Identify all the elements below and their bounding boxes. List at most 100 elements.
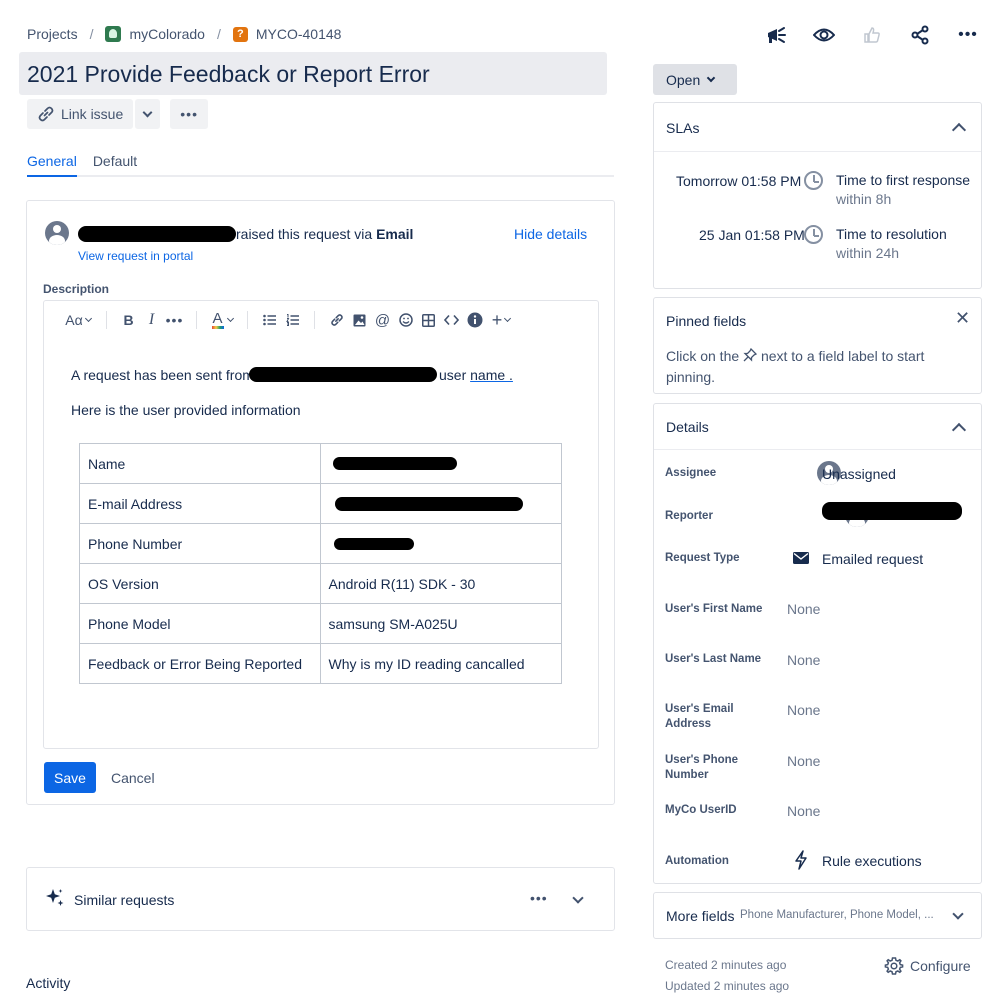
reporter-label: Reporter bbox=[665, 510, 713, 522]
activity-heading: Activity bbox=[26, 975, 71, 991]
table-row: E-mail Address bbox=[79, 483, 562, 524]
table-icon[interactable] bbox=[417, 310, 440, 330]
emoji-icon[interactable] bbox=[394, 310, 417, 330]
similar-more-icon[interactable]: ••• bbox=[530, 890, 548, 906]
image-icon[interactable] bbox=[348, 310, 371, 330]
more-actions-icon[interactable]: ••• bbox=[955, 22, 981, 48]
chevron-down-icon bbox=[707, 73, 716, 82]
sla-name: Time to first response bbox=[836, 172, 971, 188]
project-avatar-icon bbox=[105, 26, 122, 42]
bullet-list-icon[interactable] bbox=[258, 310, 281, 330]
chevron-down-icon bbox=[226, 314, 234, 323]
table-cell-label: Phone Number bbox=[79, 523, 321, 564]
status-label: Open bbox=[666, 71, 701, 88]
chevron-down-icon bbox=[142, 107, 153, 117]
tab-general[interactable]: General bbox=[27, 153, 77, 177]
status-dropdown[interactable]: Open bbox=[653, 64, 737, 95]
breadcrumb-projects[interactable]: Projects bbox=[27, 26, 78, 42]
tab-default[interactable]: Default bbox=[93, 153, 137, 175]
sla-within: within 8h bbox=[836, 191, 892, 207]
eye-icon[interactable] bbox=[811, 22, 837, 48]
table-row: Name bbox=[79, 443, 562, 484]
first-name-value[interactable]: None bbox=[787, 601, 820, 617]
info-panel-icon[interactable] bbox=[463, 310, 486, 330]
more-fields-title: More fields bbox=[666, 908, 735, 924]
more-fields-panel[interactable]: More fields Phone Manufacturer, Phone Mo… bbox=[653, 892, 982, 939]
editor-toolbar: Aα B I ••• A @ + bbox=[60, 310, 516, 330]
email-value[interactable]: None bbox=[787, 702, 820, 718]
hide-details-link[interactable]: Hide details bbox=[514, 226, 587, 242]
channel-name: Email bbox=[376, 226, 414, 242]
breadcrumb: Projects / myColorado / ? MYCO-40148 bbox=[27, 26, 341, 42]
myco-userid-value[interactable]: None bbox=[787, 803, 820, 819]
pin-icon bbox=[743, 347, 758, 367]
text-color-icon[interactable]: A bbox=[207, 310, 237, 330]
description-label: Description bbox=[43, 282, 110, 296]
pinned-fields-title: Pinned fields bbox=[666, 313, 747, 329]
assignee-label: Assignee bbox=[665, 467, 717, 479]
phone-value[interactable]: None bbox=[787, 753, 820, 769]
share-icon[interactable] bbox=[907, 22, 933, 48]
table-row: Feedback or Error Being Reported Why is … bbox=[79, 643, 562, 684]
more-formatting-icon[interactable]: ••• bbox=[163, 310, 186, 330]
sla-time: Tomorrow 01:58 PM bbox=[676, 173, 802, 189]
sla-name: Time to resolution bbox=[836, 226, 947, 242]
description-line-2: Here is the user provided information bbox=[71, 402, 301, 418]
toolbar-divider bbox=[196, 311, 197, 329]
chevron-down-icon bbox=[84, 314, 92, 323]
automation-label: Automation bbox=[665, 855, 729, 867]
link-icon[interactable] bbox=[325, 310, 348, 330]
chevron-up-icon[interactable] bbox=[951, 422, 967, 438]
table-cell-value: Android R(11) SDK - 30 bbox=[319, 563, 562, 604]
issue-title[interactable]: 2021 Provide Feedback or Report Error bbox=[27, 61, 430, 88]
lightning-bolt-icon bbox=[794, 850, 808, 873]
link-issue-button[interactable]: Link issue bbox=[27, 99, 134, 129]
user-avatar-icon bbox=[45, 221, 69, 245]
code-icon[interactable] bbox=[440, 310, 463, 330]
bold-icon[interactable]: B bbox=[117, 310, 140, 330]
chevron-down-icon[interactable] bbox=[952, 908, 964, 920]
toolbar-divider bbox=[247, 311, 248, 329]
table-cell-value bbox=[319, 443, 562, 484]
italic-icon[interactable]: I bbox=[140, 310, 163, 330]
details-title: Details bbox=[666, 419, 709, 435]
view-portal-link[interactable]: View request in portal bbox=[78, 249, 193, 263]
close-icon[interactable]: ✕ bbox=[955, 308, 970, 329]
chevron-up-icon[interactable] bbox=[951, 122, 967, 138]
cancel-button[interactable]: Cancel bbox=[111, 770, 155, 786]
text-style-dropdown[interactable]: Aα bbox=[60, 310, 96, 330]
tab-bar: General Default bbox=[27, 153, 614, 177]
pinned-fields-hint: Click on the next to a field label to st… bbox=[666, 347, 925, 386]
description-line-1-end: user name . bbox=[439, 367, 513, 383]
phone-label: User's Phone Number bbox=[665, 754, 739, 781]
redacted-sender bbox=[249, 367, 437, 382]
request-type-value[interactable]: Emailed request bbox=[822, 551, 923, 567]
chevron-down-icon bbox=[504, 314, 512, 323]
description-line-1: A request has been sent from bbox=[71, 367, 254, 383]
save-button[interactable]: Save bbox=[44, 762, 96, 793]
mention-icon[interactable]: @ bbox=[371, 310, 394, 330]
numbered-list-icon[interactable] bbox=[281, 310, 304, 330]
megaphone-icon[interactable] bbox=[763, 22, 789, 48]
sparkle-icon bbox=[45, 888, 65, 911]
table-cell-value bbox=[319, 523, 562, 564]
automation-value[interactable]: Rule executions bbox=[822, 853, 922, 869]
more-button[interactable]: ••• bbox=[170, 99, 208, 129]
breadcrumb-project[interactable]: myColorado bbox=[129, 26, 204, 42]
insert-plus-icon[interactable]: + bbox=[486, 310, 516, 330]
last-name-value[interactable]: None bbox=[787, 652, 820, 668]
configure-button[interactable]: Configure bbox=[884, 956, 971, 976]
slas-title: SLAs bbox=[666, 120, 700, 136]
assignee-value[interactable]: Unassigned bbox=[822, 466, 896, 482]
breadcrumb-issue-key[interactable]: MYCO-40148 bbox=[256, 26, 342, 42]
user-info-table: Name E-mail Address Phone Number OS Vers… bbox=[79, 443, 562, 684]
updated-timestamp: Updated 2 minutes ago bbox=[665, 979, 790, 993]
thumbs-up-icon bbox=[859, 22, 885, 48]
raised-text: raised this request via Email bbox=[236, 226, 414, 242]
spellcheck-link[interactable]: name . bbox=[470, 367, 513, 383]
table-cell-value bbox=[319, 483, 562, 524]
issue-type-icon: ? bbox=[232, 26, 248, 42]
sla-time: 25 Jan 01:58 PM bbox=[699, 227, 805, 243]
link-issue-group: Link issue ••• bbox=[27, 99, 208, 129]
link-issue-dropdown[interactable] bbox=[135, 99, 161, 129]
